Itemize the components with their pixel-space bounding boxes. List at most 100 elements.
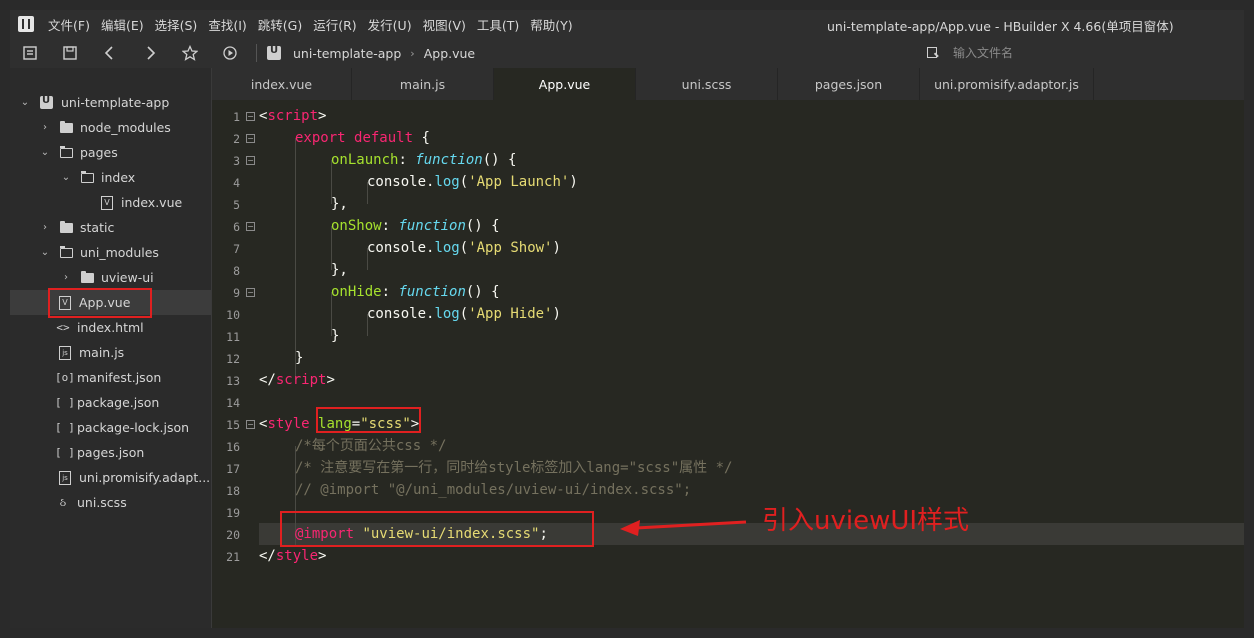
line-number: 16 — [226, 440, 240, 454]
tree-item-label: node_modules — [80, 120, 171, 135]
line-number: 5 — [233, 198, 240, 212]
tree-item-pages-json[interactable]: [ ] pages.json — [10, 440, 211, 465]
code-line-4: console.log('App Launch') — [367, 174, 578, 190]
code-editor[interactable]: 1 2 3 4 5 6 7 8 9 10 11 12 13 14 15 16 1… — [212, 100, 1244, 628]
tree-item-manifest-json[interactable]: [o] manifest.json — [10, 365, 211, 390]
line-number: 9 — [233, 286, 240, 300]
project-icon — [40, 95, 53, 109]
fold-toggle[interactable]: − — [246, 222, 255, 231]
tab-index-vue[interactable]: index.vue — [212, 68, 352, 100]
chevron-down-icon: ⌄ — [20, 97, 30, 108]
line-number: 17 — [226, 462, 240, 476]
tree-item-label: index.vue — [121, 195, 183, 210]
chevron-down-icon: ⌄ — [61, 172, 71, 183]
menu-select[interactable]: 选择(S) — [155, 15, 198, 34]
tab-main-js[interactable]: main.js — [352, 68, 494, 100]
tree-item-label: pages — [80, 145, 118, 160]
code-line-1: <script> — [259, 108, 327, 124]
tree-item-uview-ui[interactable]: › uview-ui — [10, 265, 211, 290]
line-number: 10 — [226, 308, 240, 322]
tree-item-label: uni.scss — [77, 495, 127, 510]
editor-tabs: index.vue main.js App.vue uni.scss pages… — [212, 68, 1244, 100]
line-number: 3 — [233, 154, 240, 168]
breadcrumb-file[interactable]: App.vue — [424, 46, 475, 61]
line-number: 18 — [226, 484, 240, 498]
line-number: 19 — [226, 506, 240, 520]
line-number: 20 — [226, 528, 240, 542]
annotation-arrow-icon — [620, 520, 747, 536]
json-file-icon: [ ] — [55, 446, 75, 459]
code-line-5: }, — [331, 196, 348, 212]
js-file-icon: js — [59, 470, 71, 485]
tree-item-index-folder[interactable]: ⌄ index — [10, 165, 211, 190]
menu-edit[interactable]: 编辑(E) — [101, 15, 144, 34]
tree-item-label: main.js — [79, 345, 125, 360]
fold-toggle[interactable]: − — [246, 156, 255, 165]
toolbar-separator — [256, 44, 257, 62]
tree-item-label: uview-ui — [101, 270, 154, 285]
menu-view[interactable]: 视图(V) — [423, 15, 466, 34]
tab-promisify-adaptor[interactable]: uni.promisify.adaptor.js — [920, 68, 1094, 100]
file-search-input[interactable] — [953, 46, 1203, 60]
tree-item-pages[interactable]: ⌄ pages — [10, 140, 211, 165]
menu-tools[interactable]: 工具(T) — [477, 15, 519, 34]
html-file-icon: <> — [56, 321, 70, 334]
breadcrumb-project[interactable]: uni-template-app — [293, 46, 401, 61]
line-number: 7 — [233, 242, 240, 256]
code-line-11: } — [331, 328, 340, 344]
chevron-down-icon: ⌄ — [40, 247, 50, 258]
code-line-8: }, — [331, 262, 348, 278]
star-icon[interactable] — [170, 38, 210, 68]
app-window: 文件(F) 编辑(E) 选择(S) 查找(I) 跳转(G) 运行(R) 发行(U… — [0, 0, 1254, 638]
tree-item-label: static — [80, 220, 115, 235]
menu-run[interactable]: 运行(R) — [313, 15, 356, 34]
fold-toggle[interactable]: − — [246, 112, 255, 121]
tree-item-label: package-lock.json — [77, 420, 190, 435]
menu-publish[interactable]: 发行(U) — [368, 15, 412, 34]
code-line-21: </style> — [259, 548, 327, 564]
tree-item-main-js[interactable]: js main.js — [10, 340, 211, 365]
tree-item-index-vue[interactable]: V index.vue — [10, 190, 211, 215]
fold-toggle[interactable]: − — [246, 420, 255, 429]
tree-item-static[interactable]: › static — [10, 215, 211, 240]
line-number: 1 — [233, 110, 240, 124]
tree-item-index-html[interactable]: <> index.html — [10, 315, 211, 340]
tree-item-promisify-adaptor[interactable]: js uni.promisify.adapt... — [10, 465, 211, 490]
annotation-label: 引入uviewUI样式 — [762, 506, 970, 536]
tree-item-project[interactable]: ⌄ uni-template-app — [10, 90, 211, 115]
tree-item-node-modules[interactable]: › node_modules — [10, 115, 211, 140]
tree-item-uni-modules[interactable]: ⌄ uni_modules — [10, 240, 211, 265]
run-icon[interactable] — [210, 38, 250, 68]
menu-find[interactable]: 查找(I) — [208, 15, 246, 34]
forward-icon[interactable] — [130, 38, 170, 68]
new-file-icon[interactable] — [10, 38, 50, 68]
folder-open-icon — [81, 170, 94, 183]
tab-app-vue[interactable]: App.vue — [494, 68, 636, 100]
tree-item-label: uni-template-app — [61, 95, 170, 110]
menu-goto[interactable]: 跳转(G) — [258, 15, 302, 34]
chevron-right-icon: › — [43, 222, 47, 233]
code-line-16: /*每个页面公共css */ — [295, 438, 447, 454]
tab-uni-scss[interactable]: uni.scss — [636, 68, 778, 100]
tree-item-package-lock-json[interactable]: [ ] package-lock.json — [10, 415, 211, 440]
code-line-13: </script> — [259, 372, 335, 388]
folder-icon — [60, 120, 73, 133]
line-number: 21 — [226, 550, 240, 564]
highlight-box-import — [280, 511, 594, 547]
fold-toggle[interactable]: − — [246, 288, 255, 297]
toolbar: uni-template-app › App.vue — [10, 38, 1244, 68]
folder-icon — [81, 270, 94, 283]
file-search — [915, 38, 1244, 68]
fold-toggle[interactable]: − — [246, 134, 255, 143]
save-icon[interactable] — [50, 38, 90, 68]
menu-help[interactable]: 帮助(Y) — [530, 15, 572, 34]
project-explorer: ⌄ uni-template-app › node_modules ⌄ page… — [10, 68, 212, 628]
tab-pages-json[interactable]: pages.json — [778, 68, 920, 100]
tree-item-label: pages.json — [77, 445, 145, 460]
menu-file[interactable]: 文件(F) — [48, 15, 90, 34]
tree-item-package-json[interactable]: [ ] package.json — [10, 390, 211, 415]
back-icon[interactable] — [90, 38, 130, 68]
chevron-right-icon: › — [43, 122, 47, 133]
tree-item-uni-scss[interactable]: ઠ uni.scss — [10, 490, 211, 515]
folder-open-icon — [60, 245, 73, 258]
